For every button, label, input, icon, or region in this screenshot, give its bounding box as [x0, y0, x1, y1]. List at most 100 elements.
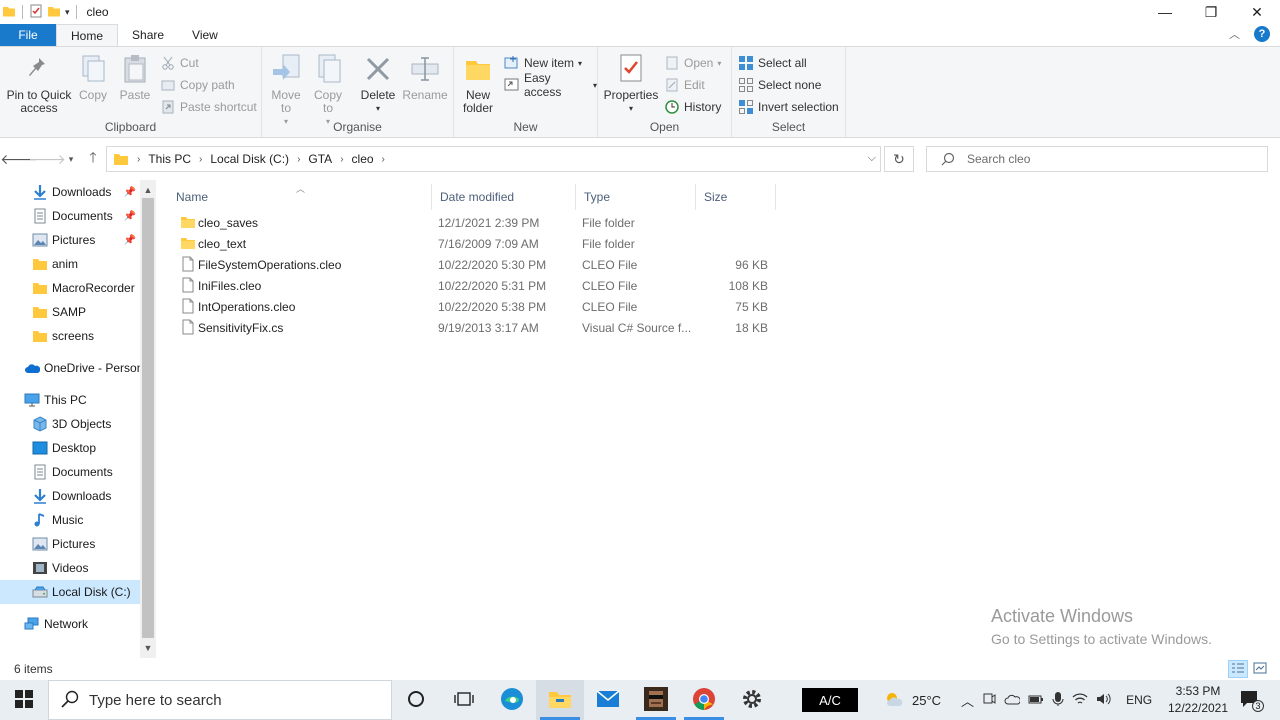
select-none-button[interactable]: Select none [738, 75, 821, 95]
breadcrumb-local-disk[interactable]: Local Disk (C:) [210, 152, 289, 166]
table-row[interactable]: cleo_text 7/16/2009 7:09 AM File folder [172, 233, 776, 254]
pin-icon[interactable]: 📌 [124, 235, 136, 246]
new-folder-button[interactable]: New folder [460, 53, 496, 115]
forward-button[interactable]: 🡒 [28, 148, 66, 170]
collapse-ribbon-chevron-icon[interactable]: ︿ [1229, 26, 1240, 42]
nav-item-network[interactable]: Network [0, 612, 140, 636]
scroll-down-arrow-icon[interactable]: ▼ [140, 640, 156, 656]
address-history-chevron-icon[interactable]: ⌵ [868, 152, 876, 165]
minimize-button[interactable]: — [1142, 0, 1188, 24]
recent-locations-chevron-icon[interactable]: ▾ [60, 148, 82, 170]
scroll-up-arrow-icon[interactable]: ▲ [140, 182, 156, 198]
clock[interactable]: 3:53 PM 12/22/2021 [1166, 683, 1230, 717]
weather-cloud-icon[interactable] [884, 691, 904, 710]
table-row[interactable]: FileSystemOperations.cleo 10/22/2020 5:3… [172, 254, 776, 275]
column-header-name[interactable]: Name ︿ [168, 184, 432, 210]
table-row[interactable]: SensitivityFix.cs 9/19/2013 3:17 AM Visu… [172, 317, 776, 338]
breadcrumb-separator[interactable]: › [297, 154, 300, 165]
nav-item-documents-pc[interactable]: Documents [0, 460, 140, 484]
tab-view[interactable]: View [178, 24, 232, 46]
language-indicator[interactable]: ENG [1126, 693, 1152, 707]
delete-button[interactable]: Delete ▾ [358, 53, 398, 115]
nav-item-samp[interactable]: SAMP [0, 300, 140, 324]
game-taskbar-button[interactable] [632, 680, 680, 720]
paste-button[interactable]: Paste [118, 53, 152, 102]
table-row[interactable]: IniFiles.cleo 10/22/2020 5:31 PM CLEO Fi… [172, 275, 776, 296]
taskbar-search-input[interactable] [89, 691, 369, 709]
nav-scrollbar[interactable]: ▲ ▼ [140, 180, 156, 658]
nav-item-screens[interactable]: screens [0, 324, 140, 348]
copy-path-button[interactable]: Copy path [160, 75, 235, 95]
nav-item-pictures[interactable]: Pictures 📌 [0, 228, 140, 252]
search-box[interactable] [926, 146, 1268, 172]
easy-access-button[interactable]: Easy access ▾ [504, 71, 597, 99]
cut-button[interactable]: Cut [160, 53, 199, 73]
start-button[interactable] [0, 680, 48, 720]
new-folder-icon[interactable] [47, 4, 61, 21]
back-button[interactable]: 🡐 [0, 148, 38, 170]
pin-icon[interactable]: 📌 [124, 211, 136, 222]
nav-item-documents[interactable]: Documents 📌 [0, 204, 140, 228]
maximize-button[interactable]: ❐ [1188, 0, 1234, 24]
customize-chevron-icon[interactable]: ▾ [65, 7, 70, 18]
address-bar[interactable]: › This PC › Local Disk (C:) › GTA › cleo… [106, 146, 881, 172]
details-view-button[interactable] [1228, 660, 1248, 678]
breadcrumb-gta[interactable]: GTA [308, 152, 332, 166]
table-row[interactable]: cleo_saves 12/1/2021 2:39 PM File folder [172, 212, 776, 233]
microphone-icon[interactable] [1052, 691, 1064, 710]
nav-item-local-disk[interactable]: Local Disk (C:) [0, 580, 140, 604]
breadcrumb-separator[interactable]: › [382, 154, 385, 165]
properties-button[interactable]: Properties ▾ [604, 53, 658, 115]
pin-to-quick-access-button[interactable]: Pin to Quick access [6, 53, 72, 115]
nav-item-downloads-pc[interactable]: Downloads [0, 484, 140, 508]
weather-temperature[interactable]: 25°C [912, 693, 941, 708]
select-all-button[interactable]: Select all [738, 53, 807, 73]
up-button[interactable]: 🡑 [82, 148, 104, 170]
nav-item-macrorecorder[interactable]: MacroRecorder [0, 276, 140, 300]
breadcrumb-separator[interactable]: › [199, 154, 202, 165]
onedrive-cloud-icon[interactable] [1004, 693, 1021, 708]
breadcrumb-separator[interactable]: › [340, 154, 343, 165]
column-header-date[interactable]: Date modified [432, 184, 576, 210]
edge-taskbar-button[interactable] [488, 680, 536, 720]
tab-home[interactable]: Home [56, 24, 119, 46]
move-to-button[interactable]: Move to ▾ [268, 53, 304, 128]
nav-item-desktop[interactable]: Desktop [0, 436, 140, 460]
wifi-icon[interactable] [1072, 692, 1088, 709]
edit-button[interactable]: Edit [664, 75, 705, 95]
open-button[interactable]: Open ▾ [664, 53, 721, 73]
nav-item-downloads[interactable]: Downloads 📌 [0, 180, 140, 204]
file-explorer-taskbar-button[interactable] [536, 680, 584, 720]
cortana-button[interactable] [392, 680, 440, 720]
breadcrumb-cleo[interactable]: cleo [352, 152, 374, 166]
pin-icon[interactable]: 📌 [124, 187, 136, 198]
breadcrumb-this-pc[interactable]: This PC [148, 152, 191, 166]
ac-tray-badge[interactable]: A/C [802, 688, 858, 712]
mail-taskbar-button[interactable] [584, 680, 632, 720]
scrollbar-thumb[interactable] [142, 198, 154, 638]
history-button[interactable]: History [664, 97, 721, 117]
invert-selection-button[interactable]: Invert selection [738, 97, 839, 117]
breadcrumb-separator[interactable]: › [137, 154, 140, 165]
tab-share[interactable]: Share [118, 24, 178, 46]
paste-shortcut-button[interactable]: Paste shortcut [160, 97, 257, 117]
refresh-button[interactable]: ↻ [884, 146, 914, 172]
new-item-button[interactable]: New item ▾ [504, 53, 582, 73]
nav-item-this-pc[interactable]: This PC [0, 388, 140, 412]
help-icon[interactable]: ? [1254, 26, 1270, 42]
nav-item-videos[interactable]: Videos [0, 556, 140, 580]
nav-item-anim[interactable]: anim [0, 252, 140, 276]
search-input[interactable] [967, 152, 1247, 166]
copy-to-button[interactable]: Copy to ▾ [310, 53, 346, 128]
chrome-taskbar-button[interactable] [680, 680, 728, 720]
settings-taskbar-button[interactable] [728, 680, 776, 720]
nav-item-onedrive[interactable]: OneDrive - Person [0, 356, 140, 380]
copy-button[interactable]: Copy [76, 53, 110, 102]
nav-item-music[interactable]: Music [0, 508, 140, 532]
column-header-type[interactable]: Type [576, 184, 696, 210]
volume-icon[interactable] [1096, 692, 1112, 709]
large-icons-view-button[interactable] [1250, 660, 1270, 678]
nav-item-pictures-pc[interactable]: Pictures [0, 532, 140, 556]
column-header-size[interactable]: Size [696, 184, 776, 210]
battery-icon[interactable] [1028, 693, 1044, 708]
